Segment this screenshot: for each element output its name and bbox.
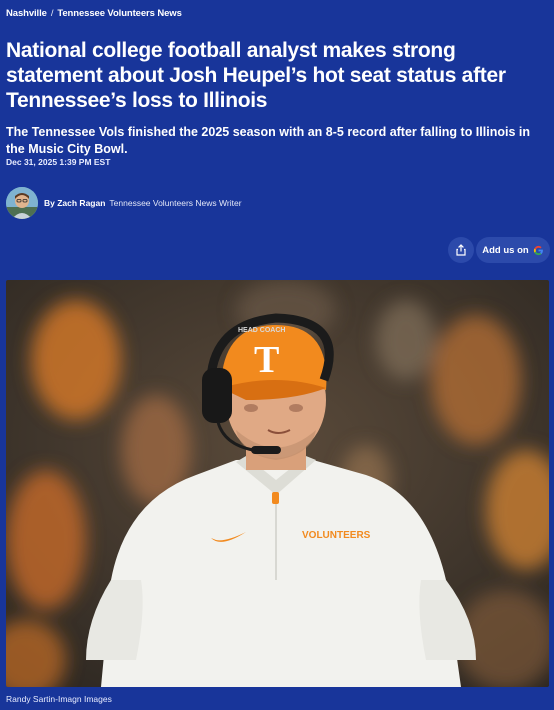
breadcrumb-item-nashville[interactable]: Nashville <box>6 8 47 19</box>
article-headline: National college football analyst makes … <box>6 39 506 112</box>
google-g-icon <box>533 245 543 255</box>
author-text: By Zach Ragan Tennessee Volunteers News … <box>44 198 242 208</box>
author-avatar[interactable] <box>6 187 38 219</box>
breadcrumb-separator: / <box>50 8 54 19</box>
breadcrumb-item-team-news[interactable]: Tennessee Volunteers News <box>57 8 182 19</box>
add-us-on-google-button[interactable]: Add us on <box>476 237 550 263</box>
headset-text: HEAD COACH <box>238 327 285 334</box>
avatar-image <box>6 187 38 219</box>
share-icon <box>456 244 466 256</box>
article-hero-photo[interactable]: VOLUNTEERS T HEAD COACH <box>6 280 549 687</box>
author-role: Tennessee Volunteers News Writer <box>109 198 242 208</box>
author-byline: By Zach Ragan Tennessee Volunteers News … <box>6 187 242 219</box>
cap-t-logo: T <box>254 339 279 381</box>
photo-caption: Randy Sartin-Imagn Images <box>6 694 112 704</box>
add-us-label: Add us on <box>482 244 529 256</box>
article-timestamp: Dec 31, 2025 1:39 PM EST <box>6 157 111 167</box>
article-dek: The Tennessee Vols finished the 2025 sea… <box>6 125 530 156</box>
share-button[interactable] <box>448 237 474 263</box>
breadcrumb: Nashville / Tennessee Volunteers News <box>6 8 182 19</box>
shirt-wordmark: VOLUNTEERS <box>302 530 371 541</box>
author-name[interactable]: By Zach Ragan <box>44 198 105 208</box>
coach-photo: VOLUNTEERS T HEAD COACH <box>6 280 549 687</box>
